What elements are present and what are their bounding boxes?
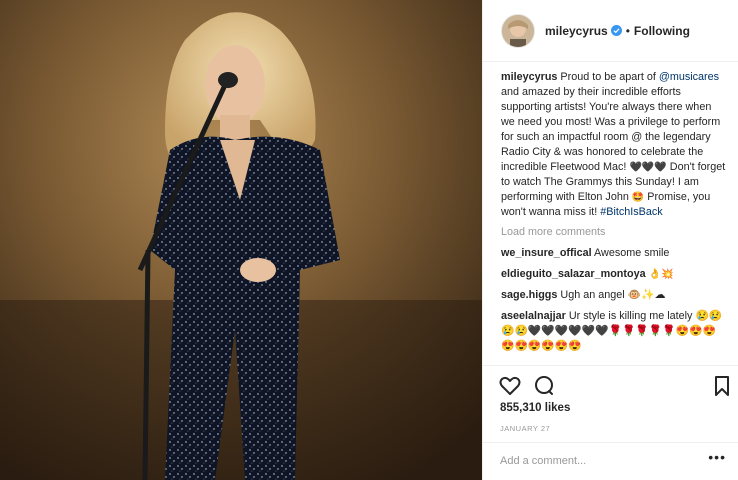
performer-photo: [0, 0, 482, 480]
more-options-icon[interactable]: •••: [708, 449, 726, 465]
like-count[interactable]: 855,310 likes: [500, 402, 570, 414]
caption: mileycyrus Proud to be apart of @musicar…: [501, 70, 727, 220]
post-header: mileycyrus • Following: [483, 0, 738, 62]
separator-dot: •: [625, 23, 630, 38]
comment-text: 👌💥: [648, 269, 674, 280]
verified-badge-icon: [610, 25, 622, 36]
comment-username[interactable]: eldieguito_salazar_montoya: [501, 268, 646, 280]
mention-link[interactable]: @musicares: [659, 71, 719, 83]
add-comment-bar: Add a comment... •••: [482, 442, 738, 480]
heart-outline-icon[interactable]: [498, 374, 522, 398]
header-username[interactable]: mileycyrus: [545, 24, 608, 38]
list-item: we_insure_offical Awesome smile: [501, 246, 727, 261]
following-button[interactable]: Following: [634, 24, 690, 38]
comment-text: Awesome smile: [594, 247, 670, 259]
action-bar: [482, 365, 738, 405]
avatar[interactable]: [501, 13, 535, 48]
comment-text: Ugh an angel 🐵✨☁: [560, 289, 666, 301]
heart-emojis: 🖤🖤🖤: [629, 162, 667, 173]
load-more-comments-button[interactable]: Load more comments: [501, 225, 727, 240]
list-item: sage.higgs Ugh an angel 🐵✨☁: [501, 288, 727, 303]
comment-username[interactable]: we_insure_offical: [501, 247, 592, 259]
comment-username[interactable]: aseelalnajjar: [501, 310, 566, 322]
list-item: aseelalnajjar Ur style is killing me lat…: [501, 309, 727, 354]
star-eyes-emoji: 🤩: [631, 192, 645, 203]
list-item: eldieguito_salazar_montoya 👌💥: [501, 267, 727, 282]
caption-text-mid: and amazed by their incredible efforts s…: [501, 86, 721, 173]
caption-text-before: Proud to be apart of: [560, 71, 656, 83]
comment-username[interactable]: sage.higgs: [501, 289, 557, 301]
post-date: JANUARY 27: [500, 424, 551, 433]
caption-username[interactable]: mileycyrus: [501, 71, 557, 83]
comment-bubble-icon[interactable]: [532, 374, 556, 398]
comment-input[interactable]: Add a comment...: [500, 455, 586, 467]
post-photo[interactable]: [0, 0, 482, 480]
hashtag-link[interactable]: #BitchIsBack: [600, 206, 662, 218]
bookmark-icon[interactable]: [710, 374, 734, 398]
comments-list: mileycyrus Proud to be apart of @musicar…: [501, 70, 727, 360]
